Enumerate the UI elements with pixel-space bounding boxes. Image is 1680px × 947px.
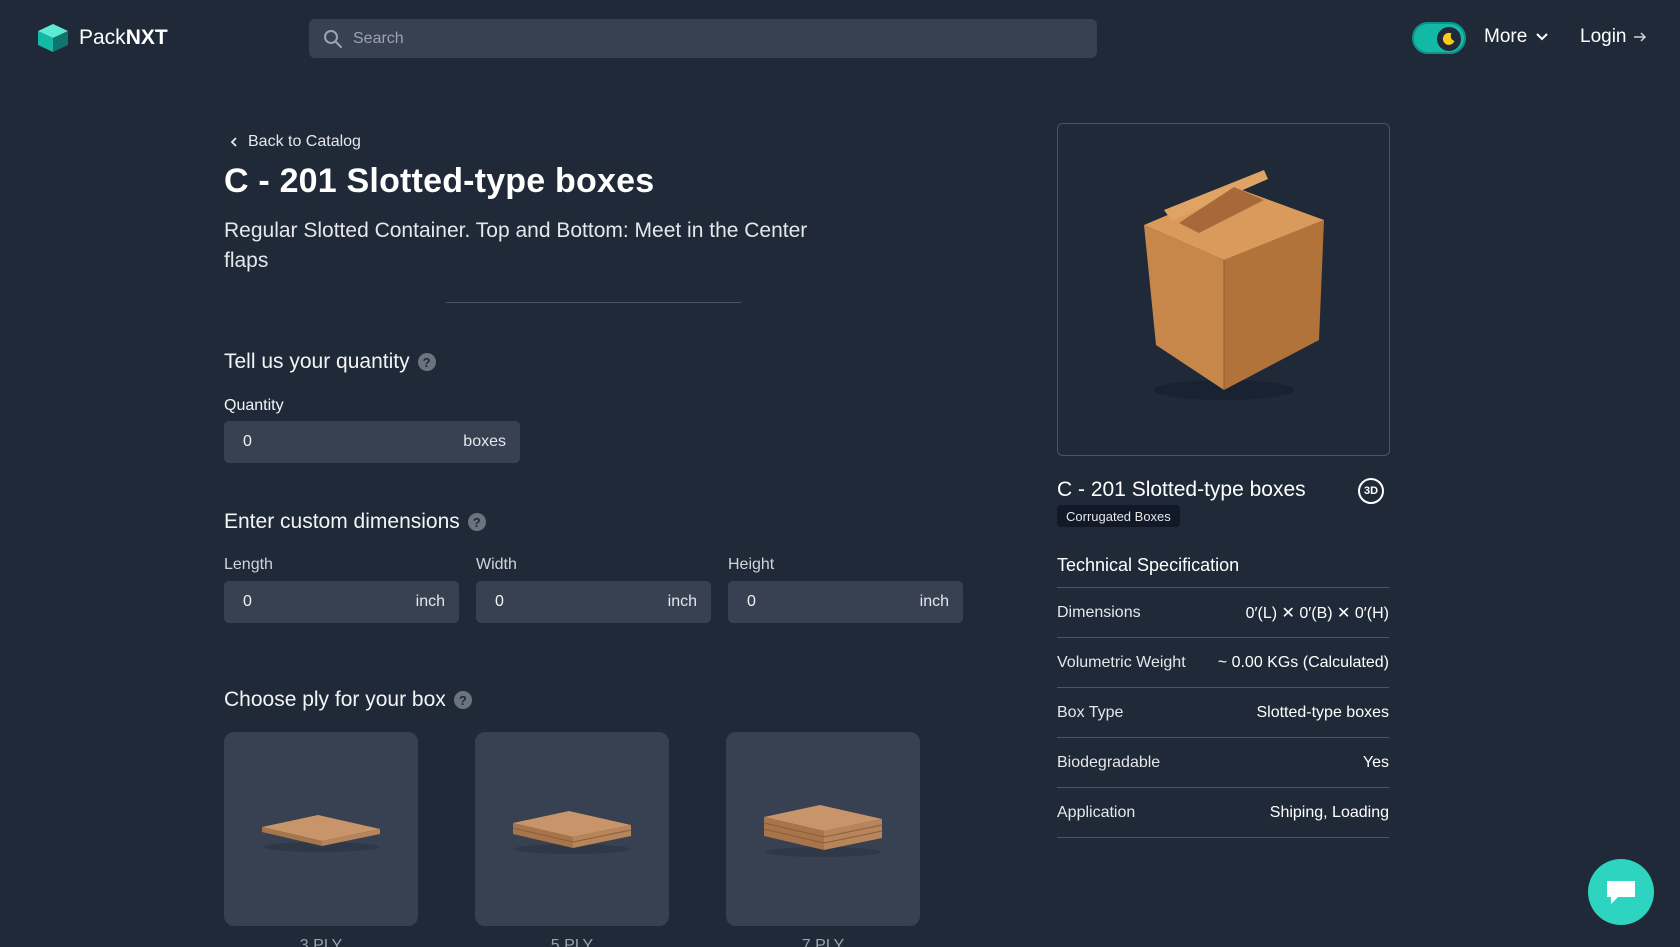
divider <box>446 302 741 303</box>
chevron-down-icon <box>1536 33 1549 41</box>
spec-table: Dimensions 0′(L) ✕ 0′(B) ✕ 0′(H) Volumet… <box>1057 587 1389 838</box>
width-value: 0 <box>495 593 504 610</box>
length-unit: inch <box>415 593 445 610</box>
ply-option-5[interactable] <box>475 732 669 926</box>
top-navbar: PackNXT More Login <box>0 0 1680 76</box>
logo[interactable]: PackNXT <box>37 23 168 53</box>
spec-title: Technical Specification <box>1057 555 1240 575</box>
search-bar[interactable] <box>309 19 1097 58</box>
height-field[interactable]: 0 inch <box>728 581 963 623</box>
spec-row-dimensions: Dimensions 0′(L) ✕ 0′(B) ✕ 0′(H) <box>1057 588 1389 638</box>
help-icon[interactable]: ? <box>417 353 436 371</box>
length-field[interactable]: 0 inch <box>224 581 459 623</box>
moon-icon <box>1442 32 1455 45</box>
ply-option-7-label: 7 PLY <box>801 937 845 947</box>
spec-key: Volumetric Weight <box>1057 653 1186 671</box>
cardboard-box-illustration <box>1143 169 1324 400</box>
corrugated-sheet-5ply-icon <box>512 811 632 854</box>
logo-cube-icon <box>38 24 68 52</box>
chat-icon <box>1607 881 1635 904</box>
page-title: C - 201 Slotted-type boxes <box>224 162 655 200</box>
back-label: Back to Catalog <box>248 133 361 150</box>
height-unit: inch <box>919 593 949 610</box>
search-input[interactable] <box>353 29 1053 48</box>
ply-option-3-label: 3 PLY <box>299 937 343 947</box>
login-link[interactable]: Login <box>1580 26 1647 48</box>
width-field[interactable]: 0 inch <box>476 581 711 623</box>
category-badge: Corrugated Boxes <box>1057 505 1180 527</box>
quantity-unit: boxes <box>463 433 506 450</box>
spec-key: Box Type <box>1057 703 1124 721</box>
product-description: Regular Slotted Container. Top and Botto… <box>224 219 808 272</box>
quantity-field[interactable]: 0 boxes <box>224 421 520 463</box>
spec-key: Application <box>1057 803 1136 821</box>
corrugated-sheet-3ply-icon <box>262 815 380 852</box>
product-image[interactable] <box>1057 123 1390 456</box>
more-menu-button[interactable]: More <box>1484 26 1549 48</box>
ply-section-title: Choose ply for your box ? <box>224 688 472 712</box>
logo-text: PackNXT <box>79 26 168 49</box>
length-label: Length <box>224 556 273 573</box>
ply-option-5-label: 5 PLY <box>550 937 594 947</box>
search-icon <box>324 29 342 48</box>
theme-toggle[interactable] <box>1412 22 1466 54</box>
login-label: Login <box>1580 26 1627 47</box>
spec-value: Shiping, Loading <box>1269 803 1389 821</box>
spec-key: Dimensions <box>1057 603 1141 621</box>
spec-row-biodegradable: Biodegradable Yes <box>1057 738 1389 788</box>
spec-row-volumetric-weight: Volumetric Weight ~ 0.00 KGs (Calculated… <box>1057 638 1389 688</box>
quantity-section-title: Tell us your quantity ? <box>224 350 436 374</box>
quantity-section-title-text: Tell us your quantity <box>224 350 410 373</box>
width-unit: inch <box>667 593 697 610</box>
ply-section-title-text: Choose ply for your box <box>224 688 446 711</box>
spec-row-application: Application Shiping, Loading <box>1057 788 1389 838</box>
quantity-label: Quantity <box>224 397 284 414</box>
height-value: 0 <box>747 593 756 610</box>
help-icon[interactable]: ? <box>453 691 472 709</box>
ply-option-3[interactable] <box>224 732 418 926</box>
height-label: Height <box>728 556 775 573</box>
spec-value: 0′(L) ✕ 0′(B) ✕ 0′(H) <box>1245 604 1389 622</box>
spec-value: ~ 0.00 KGs (Calculated) <box>1217 653 1389 671</box>
chat-button[interactable] <box>1588 859 1654 925</box>
back-to-catalog-link[interactable]: Back to Catalog <box>228 133 361 151</box>
quantity-value: 0 <box>243 433 252 450</box>
help-icon[interactable]: ? <box>467 513 486 531</box>
spec-row-box-type: Box Type Slotted-type boxes <box>1057 688 1389 738</box>
width-label: Width <box>476 556 517 573</box>
dimensions-section-title: Enter custom dimensions ? <box>224 510 486 534</box>
toggle-knob <box>1437 27 1461 51</box>
ply-option-7[interactable] <box>726 732 920 926</box>
arrow-right-icon <box>1633 32 1646 42</box>
dimensions-section-title-text: Enter custom dimensions <box>224 510 460 533</box>
view-3d-button[interactable]: 3D <box>1358 478 1384 504</box>
length-value: 0 <box>243 593 252 610</box>
corrugated-sheet-7ply-icon <box>763 805 883 857</box>
product-name: C - 201 Slotted-type boxes <box>1057 478 1306 501</box>
spec-value: Slotted-type boxes <box>1256 703 1389 721</box>
spec-key: Biodegradable <box>1057 753 1161 771</box>
chevron-left-icon <box>230 137 237 147</box>
spec-value: Yes <box>1362 753 1389 771</box>
more-label: More <box>1484 26 1528 47</box>
